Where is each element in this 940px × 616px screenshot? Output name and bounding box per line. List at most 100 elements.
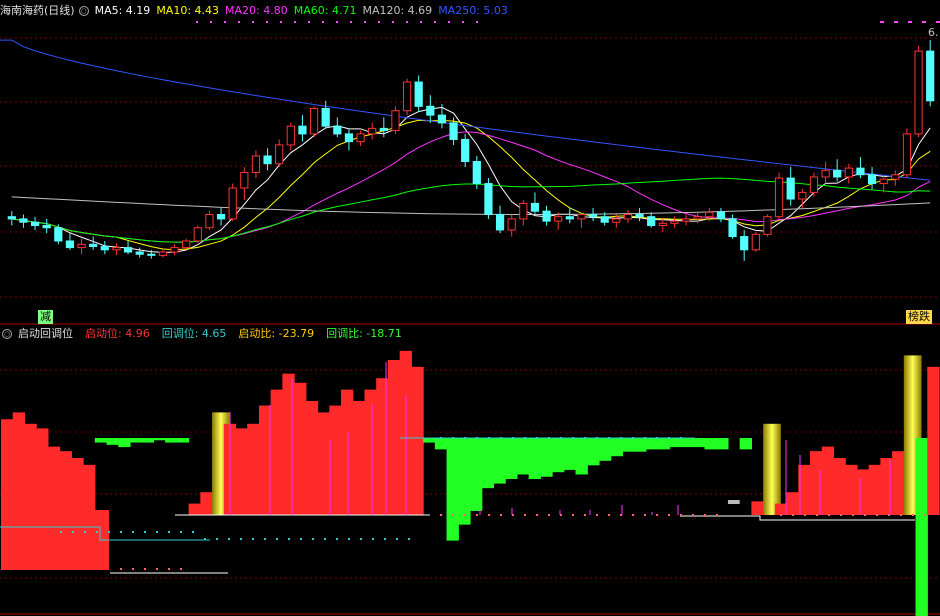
launch-dot	[536, 514, 538, 516]
launch-dot	[572, 514, 574, 516]
signal-dot	[336, 21, 338, 23]
pullback-dot	[132, 531, 134, 533]
signal-dot	[882, 21, 884, 23]
peak-price-label: 6.	[928, 26, 939, 39]
candlestick-series[interactable]	[7, 40, 935, 261]
indicator-bar-green	[540, 438, 553, 477]
indicator-bar-green	[493, 438, 506, 484]
pullback-dot	[452, 437, 454, 439]
baseline-white	[680, 515, 915, 521]
indicator-legend-item: 回调位: 4.65	[161, 327, 227, 340]
candle-up	[798, 191, 807, 200]
settings-icon[interactable]: ○	[78, 6, 89, 16]
indicator-bar-green	[176, 438, 190, 443]
candle-up	[507, 218, 516, 231]
pullback-dot	[240, 538, 242, 540]
signal-dot	[252, 21, 254, 23]
pullback-dot	[620, 437, 622, 439]
signal-dot	[896, 21, 898, 23]
indicator-bar-red	[364, 389, 377, 515]
indicator-bar-red	[833, 458, 846, 515]
indicator-bar-green	[528, 438, 541, 480]
signal-dot	[266, 21, 268, 23]
indicator-bar-red	[36, 428, 49, 515]
indicator-bar-green	[94, 438, 108, 443]
indicator-bars[interactable]	[1, 350, 940, 616]
launch-dot	[584, 514, 586, 516]
pullback-dot	[608, 437, 610, 439]
indicator-bar-green	[458, 438, 471, 525]
indicator-bar-green	[141, 438, 155, 443]
candle-up	[658, 222, 667, 227]
chart-canvas[interactable]	[0, 0, 940, 616]
signal-dot	[210, 21, 212, 23]
launch-dot	[524, 514, 526, 516]
launch-dot	[704, 514, 706, 516]
signal-dot	[476, 21, 478, 23]
main-legend: 海南海药(日线) ○ MA5: 4.19 MA10: 4.43 MA20: 4.80 MA…	[0, 3, 520, 19]
pullback-dot	[408, 538, 410, 540]
candle-down	[437, 114, 447, 124]
indicator-bar-red	[845, 464, 858, 515]
launch-dot	[596, 514, 598, 516]
indicator-legend-items: 启动位: 4.96 回调位: 4.65 启动比: -23.79 回调比: -18.71	[79, 327, 408, 340]
pullback-dot	[120, 531, 122, 533]
pullback-dot	[60, 531, 62, 533]
indicator-bar-green	[446, 438, 459, 541]
signal-dot	[924, 21, 926, 23]
signal-dot	[322, 21, 324, 23]
indicator-bar-red	[892, 451, 905, 515]
candle-down	[635, 213, 644, 218]
pullback-dot	[264, 538, 266, 540]
indicator-bar-red	[317, 412, 330, 515]
candle-down	[321, 108, 330, 127]
candle-down	[379, 127, 388, 132]
launch-dot	[816, 514, 818, 516]
indicator-bar-green	[645, 438, 659, 450]
pullback-dot	[372, 538, 374, 540]
indicator-bar-green	[587, 438, 600, 466]
candle-down	[100, 245, 109, 251]
candle-down	[54, 227, 63, 242]
candle-up	[751, 233, 760, 251]
settings-icon[interactable]: ○	[2, 329, 12, 339]
indicator-bar-red	[329, 405, 342, 515]
candle-up	[182, 240, 191, 249]
indicator-bar-green	[669, 438, 682, 448]
indicator-bar-green	[434, 438, 448, 450]
launch-dot	[668, 514, 670, 516]
indicator-bar-green	[681, 438, 694, 448]
pullback-dot	[560, 437, 562, 439]
indicator-bar-red	[59, 451, 72, 515]
pullback-dot	[324, 538, 326, 540]
candle-down	[461, 138, 470, 163]
indicator-bar-green	[598, 438, 612, 461]
launch-dot	[608, 514, 610, 516]
candle-up	[275, 144, 284, 165]
candle-down	[89, 243, 98, 247]
indicator-bar-green	[165, 438, 178, 443]
launch-dot	[840, 514, 842, 516]
candle-up	[402, 81, 412, 112]
candle-up	[705, 211, 714, 218]
candle-up	[519, 202, 528, 220]
pullback-dot	[656, 437, 658, 439]
candle-up	[356, 133, 365, 143]
indicator-bar-green	[634, 438, 647, 452]
launch-dot	[464, 514, 466, 516]
launch-dot	[828, 514, 830, 516]
indicator-bar-red	[786, 492, 799, 515]
launch-dot	[804, 514, 806, 516]
pullback-dot	[168, 531, 170, 533]
candle-down	[135, 251, 144, 255]
indicator-bar-green	[622, 438, 635, 452]
pullback-dot	[204, 538, 206, 540]
signal-dot	[462, 21, 464, 23]
pullback-dot	[192, 531, 194, 533]
candle-down	[833, 169, 842, 178]
candle-up	[670, 220, 679, 224]
candle-up	[623, 213, 633, 220]
signal-dot	[350, 21, 352, 23]
candle-down	[786, 177, 795, 200]
candle-up	[240, 172, 249, 189]
